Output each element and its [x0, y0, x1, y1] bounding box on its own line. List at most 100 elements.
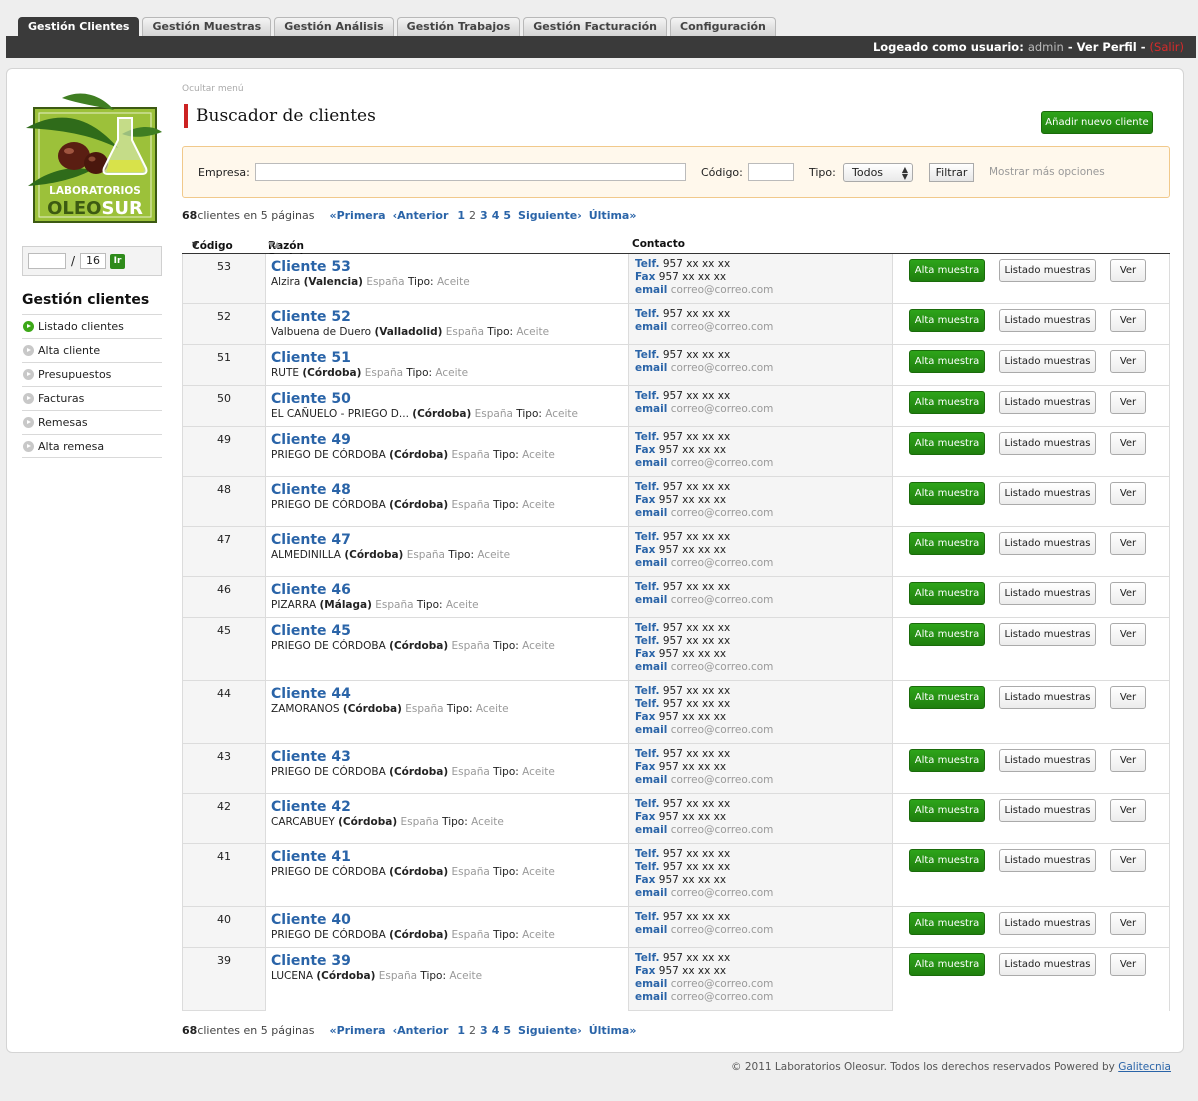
- prev-page-link[interactable]: ‹Anterior: [393, 1024, 449, 1037]
- ver-perfil-link[interactable]: Ver Perfil: [1077, 40, 1137, 54]
- ver-button[interactable]: Ver: [1110, 532, 1146, 555]
- tab-gestion-clientes[interactable]: Gestión Clientes: [18, 17, 140, 36]
- ver-button[interactable]: Ver: [1110, 749, 1146, 772]
- add-client-button[interactable]: Añadir nuevo cliente: [1041, 111, 1153, 134]
- galitecnia-link[interactable]: Galitecnia: [1118, 1061, 1171, 1073]
- listado-muestras-button[interactable]: Listado muestras: [999, 309, 1096, 332]
- page-link-5[interactable]: 5: [503, 209, 511, 222]
- ver-button[interactable]: Ver: [1110, 686, 1146, 709]
- listado-muestras-button[interactable]: Listado muestras: [999, 582, 1096, 605]
- sidebar-item-alta-cliente[interactable]: Alta cliente: [22, 338, 162, 362]
- alta-muestra-button[interactable]: Alta muestra: [909, 912, 985, 935]
- ver-button[interactable]: Ver: [1110, 582, 1146, 605]
- client-name-link[interactable]: Cliente 50: [271, 391, 628, 407]
- alta-muestra-button[interactable]: Alta muestra: [909, 391, 985, 414]
- ver-button[interactable]: Ver: [1110, 391, 1146, 414]
- listado-muestras-button[interactable]: Listado muestras: [999, 623, 1096, 646]
- contact-value[interactable]: correo@correo.com: [671, 824, 774, 836]
- next-page-link[interactable]: Siguiente›: [518, 1024, 582, 1037]
- hide-menu-link[interactable]: Ocultar menú: [182, 84, 244, 94]
- listado-muestras-button[interactable]: Listado muestras: [999, 749, 1096, 772]
- listado-muestras-button[interactable]: Listado muestras: [999, 912, 1096, 935]
- listado-muestras-button[interactable]: Listado muestras: [999, 799, 1096, 822]
- alta-muestra-button[interactable]: Alta muestra: [909, 532, 985, 555]
- salir-link[interactable]: (Salir): [1150, 40, 1184, 54]
- page-link-4[interactable]: 4: [492, 1024, 500, 1037]
- client-name-link[interactable]: Cliente 41: [271, 849, 628, 865]
- sidebar-item-presupuestos[interactable]: Presupuestos: [22, 362, 162, 386]
- sidebar-item-listado-clientes[interactable]: Listado clientes: [22, 314, 162, 338]
- listado-muestras-button[interactable]: Listado muestras: [999, 686, 1096, 709]
- more-options-link[interactable]: Mostrar más opciones: [989, 166, 1105, 178]
- empresa-input[interactable]: [255, 163, 686, 181]
- sidebar-item-remesas[interactable]: Remesas: [22, 410, 162, 434]
- ver-button[interactable]: Ver: [1110, 259, 1146, 282]
- client-name-link[interactable]: Cliente 47: [271, 532, 628, 548]
- contact-value[interactable]: correo@correo.com: [671, 978, 774, 990]
- alta-muestra-button[interactable]: Alta muestra: [909, 686, 985, 709]
- ver-button[interactable]: Ver: [1110, 309, 1146, 332]
- alta-muestra-button[interactable]: Alta muestra: [909, 849, 985, 872]
- alta-muestra-button[interactable]: Alta muestra: [909, 749, 985, 772]
- contact-value[interactable]: correo@correo.com: [671, 924, 774, 936]
- listado-muestras-button[interactable]: Listado muestras: [999, 432, 1096, 455]
- ver-button[interactable]: Ver: [1110, 912, 1146, 935]
- client-name-link[interactable]: Cliente 39: [271, 953, 628, 969]
- client-name-link[interactable]: Cliente 46: [271, 582, 628, 598]
- ver-button[interactable]: Ver: [1110, 350, 1146, 373]
- listado-muestras-button[interactable]: Listado muestras: [999, 849, 1096, 872]
- listado-muestras-button[interactable]: Listado muestras: [999, 482, 1096, 505]
- client-name-link[interactable]: Cliente 51: [271, 350, 628, 366]
- tab-configuracion[interactable]: Configuración: [670, 17, 776, 36]
- alta-muestra-button[interactable]: Alta muestra: [909, 350, 985, 373]
- prev-page-link[interactable]: ‹Anterior: [393, 209, 449, 222]
- contact-value[interactable]: correo@correo.com: [671, 661, 774, 673]
- ver-button[interactable]: Ver: [1110, 482, 1146, 505]
- page-link-1[interactable]: 1: [457, 1024, 465, 1037]
- contact-value[interactable]: correo@correo.com: [671, 557, 774, 569]
- alta-muestra-button[interactable]: Alta muestra: [909, 623, 985, 646]
- contact-value[interactable]: correo@correo.com: [671, 507, 774, 519]
- page-link-4[interactable]: 4: [492, 209, 500, 222]
- listado-muestras-button[interactable]: Listado muestras: [999, 259, 1096, 282]
- client-name-link[interactable]: Cliente 45: [271, 623, 628, 639]
- alta-muestra-button[interactable]: Alta muestra: [909, 432, 985, 455]
- page-link-3[interactable]: 3: [480, 1024, 488, 1037]
- contact-value[interactable]: correo@correo.com: [671, 362, 774, 374]
- alta-muestra-button[interactable]: Alta muestra: [909, 482, 985, 505]
- contact-value[interactable]: correo@correo.com: [671, 284, 774, 296]
- contact-value[interactable]: correo@correo.com: [671, 457, 774, 469]
- page-link-1[interactable]: 1: [457, 209, 465, 222]
- alta-muestra-button[interactable]: Alta muestra: [909, 259, 985, 282]
- go-button[interactable]: Ir: [110, 254, 125, 269]
- tab-gestion-analisis[interactable]: Gestión Análisis: [274, 17, 394, 36]
- contact-value[interactable]: correo@correo.com: [671, 774, 774, 786]
- listado-muestras-button[interactable]: Listado muestras: [999, 953, 1096, 976]
- codigo-input[interactable]: [748, 163, 794, 181]
- page-link-5[interactable]: 5: [503, 1024, 511, 1037]
- contact-value[interactable]: correo@correo.com: [671, 991, 774, 1003]
- alta-muestra-button[interactable]: Alta muestra: [909, 309, 985, 332]
- first-page-link[interactable]: «Primera: [329, 1024, 385, 1037]
- contact-value[interactable]: correo@correo.com: [671, 321, 774, 333]
- alta-muestra-button[interactable]: Alta muestra: [909, 582, 985, 605]
- ver-button[interactable]: Ver: [1110, 849, 1146, 872]
- listado-muestras-button[interactable]: Listado muestras: [999, 532, 1096, 555]
- sidebar-item-alta-remesa[interactable]: Alta remesa: [22, 434, 162, 458]
- ver-button[interactable]: Ver: [1110, 432, 1146, 455]
- last-page-link[interactable]: Última»: [589, 1024, 637, 1037]
- contact-value[interactable]: correo@correo.com: [671, 887, 774, 899]
- client-name-link[interactable]: Cliente 43: [271, 749, 628, 765]
- client-name-link[interactable]: Cliente 53: [271, 259, 628, 275]
- alta-muestra-button[interactable]: Alta muestra: [909, 799, 985, 822]
- listado-muestras-button[interactable]: Listado muestras: [999, 350, 1096, 373]
- tipo-select[interactable]: Todos ▲ ▼: [843, 163, 913, 182]
- first-page-link[interactable]: «Primera: [329, 209, 385, 222]
- sidebar-item-facturas[interactable]: Facturas: [22, 386, 162, 410]
- ver-button[interactable]: Ver: [1110, 623, 1146, 646]
- contact-value[interactable]: correo@correo.com: [671, 594, 774, 606]
- client-name-link[interactable]: Cliente 40: [271, 912, 628, 928]
- client-name-link[interactable]: Cliente 49: [271, 432, 628, 448]
- page-link-3[interactable]: 3: [480, 209, 488, 222]
- client-name-link[interactable]: Cliente 42: [271, 799, 628, 815]
